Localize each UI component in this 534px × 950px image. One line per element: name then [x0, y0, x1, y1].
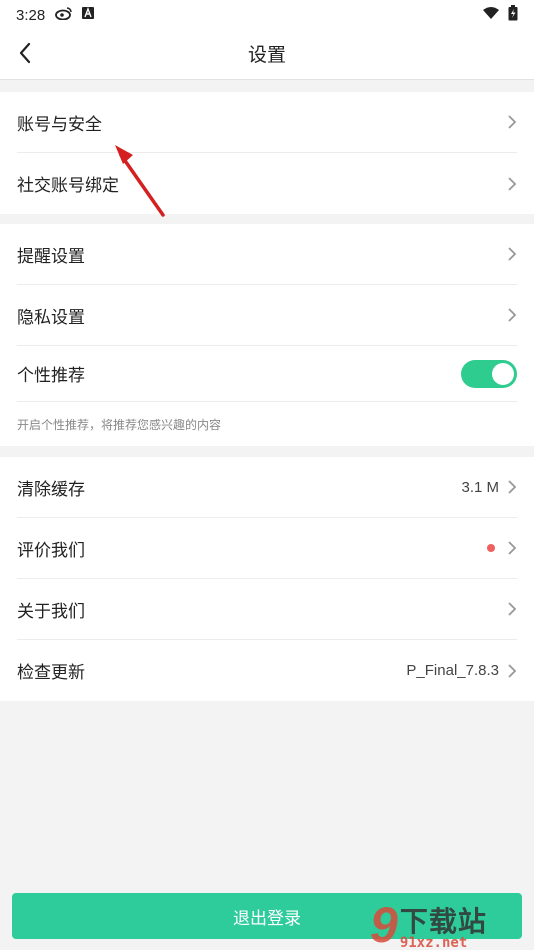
row-label: 个性推荐: [17, 366, 85, 386]
chevron-right-icon: [507, 114, 517, 130]
reminder-settings-row[interactable]: 提醒设置: [17, 224, 517, 285]
chevron-right-icon: [507, 663, 517, 679]
notification-dot: [487, 544, 495, 552]
personal-recommend-row: 个性推荐: [17, 346, 517, 402]
row-label: 隐私设置: [17, 307, 85, 328]
row-label: 清除缓存: [17, 479, 85, 500]
chevron-right-icon: [507, 540, 517, 556]
personal-recommend-hint: 开启个性推荐，将推荐您感兴趣的内容: [17, 418, 222, 432]
account-group: 账号与安全 社交账号绑定: [0, 92, 534, 214]
settings-group: 提醒设置 隐私设置 个性推荐 开启个性推荐，将推荐您感兴趣的内容: [0, 224, 534, 446]
chevron-right-icon: [507, 246, 517, 262]
clear-cache-row[interactable]: 清除缓存 3.1 M: [17, 457, 517, 518]
logout-button[interactable]: 退出登录: [12, 893, 522, 939]
weibo-icon: [55, 6, 73, 24]
row-label: 提醒设置: [17, 246, 85, 267]
status-time: 3:28: [16, 6, 46, 24]
cache-size-value: 3.1 M: [461, 478, 499, 496]
a-badge-icon: [81, 6, 95, 24]
page-title: 设置: [247, 44, 286, 66]
row-label: 检查更新: [17, 663, 85, 683]
nav-bar: 设置: [0, 30, 534, 80]
chevron-right-icon: [507, 601, 517, 617]
personal-recommend-toggle[interactable]: [461, 359, 517, 388]
row-label: 社交账号绑定: [17, 176, 119, 196]
rate-us-row[interactable]: 评价我们: [17, 518, 517, 579]
account-security-row[interactable]: 账号与安全: [17, 92, 517, 153]
chevron-right-icon: [507, 307, 517, 323]
status-bar: 3:28: [0, 0, 534, 30]
row-label: 评价我们: [17, 540, 85, 561]
toggle-knob: [492, 362, 514, 385]
misc-group: 清除缓存 3.1 M 评价我们 关于我们 检查更新 P_Final_7.8.3: [0, 457, 534, 701]
battery-icon: [508, 5, 518, 25]
row-label: 账号与安全: [17, 114, 102, 135]
chevron-right-icon: [507, 176, 517, 192]
row-label: 关于我们: [17, 601, 85, 622]
check-update-row[interactable]: 检查更新 P_Final_7.8.3: [17, 640, 517, 701]
chevron-right-icon: [507, 479, 517, 495]
privacy-settings-row[interactable]: 隐私设置: [17, 285, 517, 346]
about-us-row[interactable]: 关于我们: [17, 579, 517, 640]
wifi-icon: [482, 6, 500, 24]
social-binding-row[interactable]: 社交账号绑定: [17, 153, 517, 214]
version-value: P_Final_7.8.3: [406, 662, 499, 679]
